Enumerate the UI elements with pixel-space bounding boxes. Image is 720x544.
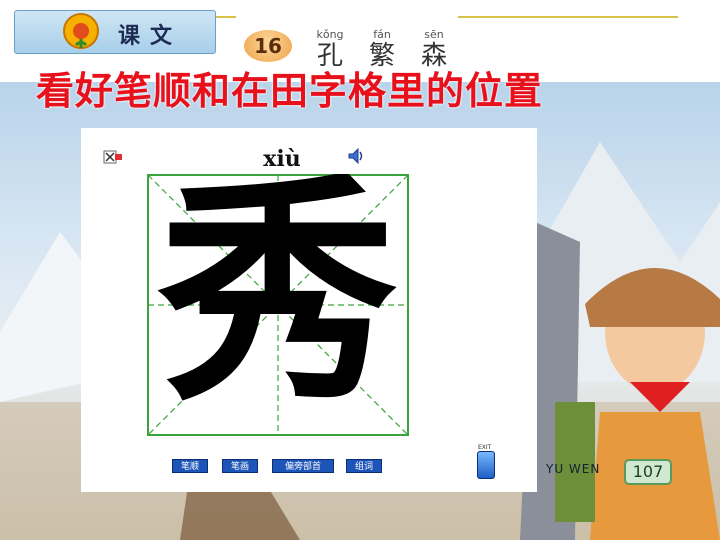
exit-button[interactable] (477, 451, 495, 479)
strokes-button[interactable]: 笔画 (222, 459, 258, 473)
character-glyph: 秀 (157, 174, 398, 434)
title-pinyin: kǒng (316, 28, 344, 41)
flower-icon (63, 13, 99, 49)
header-rule (458, 16, 678, 18)
lesson-number: 16 (244, 30, 292, 62)
character-pinyin: xiù (263, 146, 301, 172)
title-pinyin: sēn (424, 28, 444, 41)
lesson-label: 课文 (118, 23, 183, 49)
page-number: 107 (624, 459, 672, 485)
exit-label: EXIT (478, 444, 492, 451)
lesson-badge (14, 10, 216, 54)
close-icon[interactable] (103, 147, 123, 167)
tianzige-grid: 秀 (147, 174, 409, 436)
radical-button[interactable]: 偏旁部首 (272, 459, 334, 473)
header-rule (216, 16, 236, 18)
speaker-icon[interactable] (346, 146, 366, 166)
instruction-heading: 看好笔顺和在田字格里的位置 (36, 69, 544, 113)
book-name: YU WEN (546, 462, 601, 476)
title-pinyin: fán (373, 28, 391, 41)
word-building-button[interactable]: 组词 (346, 459, 382, 473)
stroke-order-button[interactable]: 笔顺 (172, 459, 208, 473)
